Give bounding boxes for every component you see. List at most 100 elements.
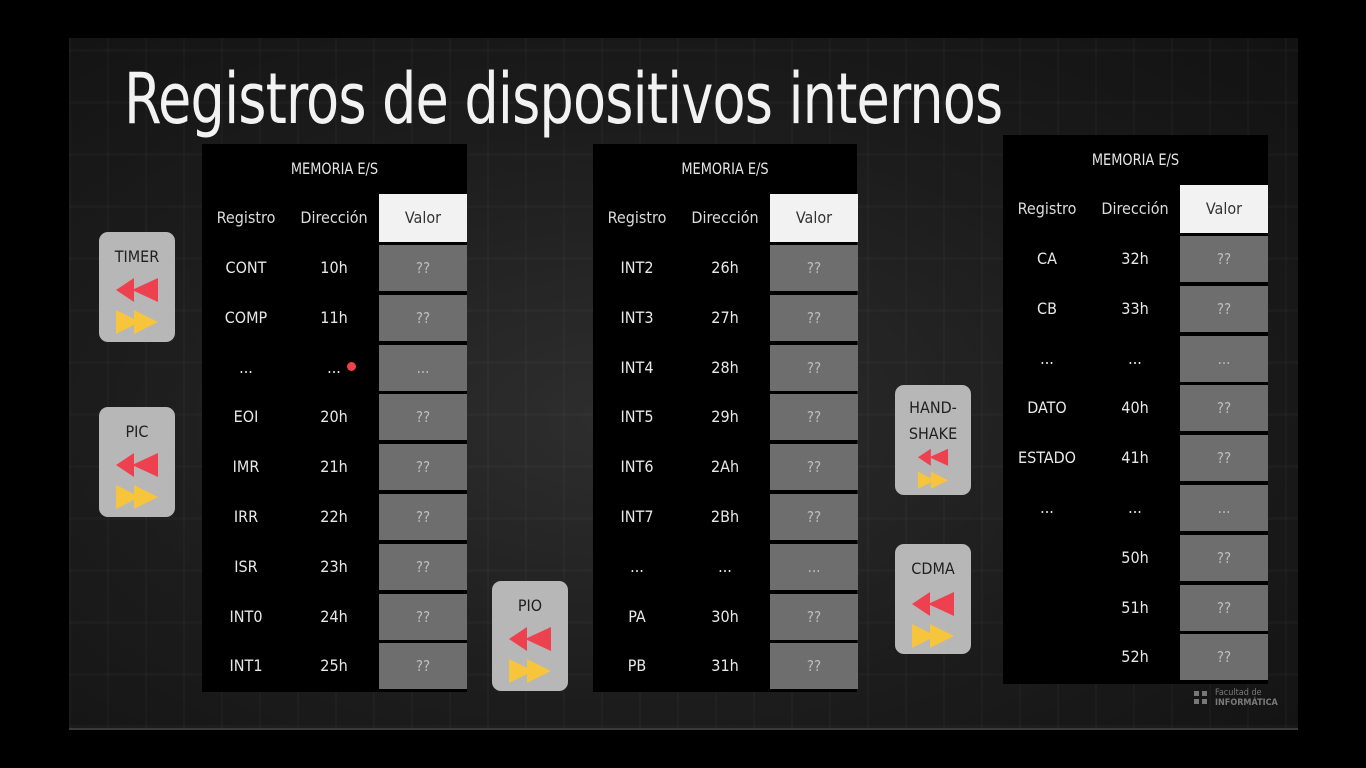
register-name: INT7 (620, 507, 654, 526)
arrows-container (910, 590, 956, 656)
register-name: ... (239, 357, 253, 377)
column-direccion: Dirección (300, 208, 368, 227)
register-value: ?? (770, 245, 858, 291)
bidirectional-arrows-icon (509, 627, 551, 683)
register-value: ?? (770, 643, 858, 690)
register-value: ?? (379, 643, 467, 690)
column-registro: Registro (216, 208, 276, 227)
device-cdma: CDMA (895, 544, 971, 654)
register-name: ... (1040, 498, 1054, 517)
column-valor: Valor (379, 194, 467, 242)
column-valor: Valor (770, 194, 858, 242)
slide-bottom-border (69, 728, 1298, 730)
register-name (1003, 584, 1091, 632)
register-address: 27h (711, 307, 739, 327)
register-value: ?? (770, 294, 858, 341)
logo-line2: INFORMÁTICA (1215, 698, 1278, 708)
arrows-container (114, 451, 160, 517)
register-name: ESTADO (1017, 448, 1077, 468)
register-address: 31h (711, 656, 739, 676)
register-name: EOI (233, 407, 259, 427)
register-name: IRR (233, 507, 259, 526)
register-address: 2Ah (710, 457, 740, 477)
register-value: ?? (1180, 236, 1268, 282)
register-name: INT2 (620, 258, 654, 277)
register-value: ... (770, 543, 858, 590)
register-value: ?? (1180, 435, 1268, 482)
faculty-logo-icon (1194, 691, 1207, 704)
register-name: CONT (225, 258, 267, 277)
register-value: ?? (379, 444, 467, 491)
register-address: 50h (1121, 547, 1149, 567)
bidirectional-arrows-icon (116, 453, 158, 509)
register-name: INT6 (620, 457, 654, 477)
arrows-container (114, 276, 160, 342)
table-header: MEMORIA E/S (1091, 150, 1180, 169)
register-address: 2Bh (710, 507, 740, 526)
register-address: 33h (1121, 298, 1149, 318)
register-value: ?? (1180, 285, 1268, 332)
register-table-3: MEMORIA E/S Registro Dirección Valor CA 32h??… (1003, 135, 1268, 684)
register-address: 24h (320, 606, 348, 626)
register-value: ?? (770, 344, 858, 391)
register-name: PB (627, 656, 647, 676)
device-label: TIMER (114, 247, 160, 266)
logo-line1: Facultad de (1215, 688, 1262, 698)
faculty-logo: Facultad de INFORMÁTICA (1192, 688, 1278, 708)
register-value: ?? (379, 543, 467, 590)
register-address: 51h (1121, 597, 1149, 617)
pointer-dot (347, 362, 356, 371)
register-address: 11h (320, 307, 348, 327)
register-name: IMR (232, 457, 260, 477)
register-address: 22h (320, 507, 348, 526)
register-address: 25h (320, 656, 348, 676)
register-address: 30h (711, 606, 739, 626)
column-registro: Registro (1017, 199, 1077, 218)
bidirectional-arrows-icon (912, 592, 954, 648)
arrows-container (507, 625, 553, 691)
register-value: ?? (770, 444, 858, 491)
column-direccion: Dirección (1101, 199, 1169, 218)
register-value: ?? (770, 593, 858, 640)
device-pio: PIO (492, 581, 568, 691)
device-label: CDMA (911, 559, 955, 578)
column-valor: Valor (1180, 185, 1268, 233)
register-value: ?? (379, 245, 467, 291)
register-address: ... (1128, 498, 1142, 517)
register-value: ... (1180, 485, 1268, 531)
register-name: INT5 (620, 407, 654, 427)
register-address: 52h (1121, 647, 1149, 667)
register-name: INT1 (229, 656, 263, 676)
register-name: PA (628, 606, 646, 626)
device-label: PIO (517, 596, 543, 615)
register-address: 40h (1121, 398, 1149, 418)
register-value: ... (1180, 335, 1268, 382)
bidirectional-arrows-icon (116, 278, 158, 334)
register-address: 10h (320, 258, 348, 277)
register-address: 21h (320, 457, 348, 477)
register-name (1003, 534, 1091, 582)
register-address: ... (327, 357, 341, 377)
register-value: ?? (379, 494, 467, 540)
register-value: ?? (770, 494, 858, 540)
device-handshake: HAND- SHAKE (895, 385, 971, 495)
register-address: 20h (320, 407, 348, 427)
device-label: PIC (125, 422, 149, 441)
table-header: MEMORIA E/S (681, 159, 769, 178)
register-value: ?? (379, 593, 467, 640)
register-name: CB (1037, 298, 1057, 318)
register-name: CA (1037, 249, 1057, 268)
register-value: ?? (1180, 385, 1268, 432)
device-timer: TIMER (99, 232, 175, 342)
device-label: HAND- SHAKE (908, 398, 958, 443)
register-address: 26h (711, 258, 739, 277)
device-pic: PIC (99, 407, 175, 517)
table-header: MEMORIA E/S (290, 159, 379, 178)
register-value: ?? (1180, 634, 1268, 681)
register-value: ?? (379, 394, 467, 441)
register-address: 23h (320, 556, 348, 576)
arrows-container (917, 447, 950, 496)
register-address: ... (1128, 348, 1142, 368)
register-name: ... (1040, 348, 1054, 368)
register-table-2: MEMORIA E/S Registro Dirección Valor INT2 26h… (593, 144, 858, 692)
